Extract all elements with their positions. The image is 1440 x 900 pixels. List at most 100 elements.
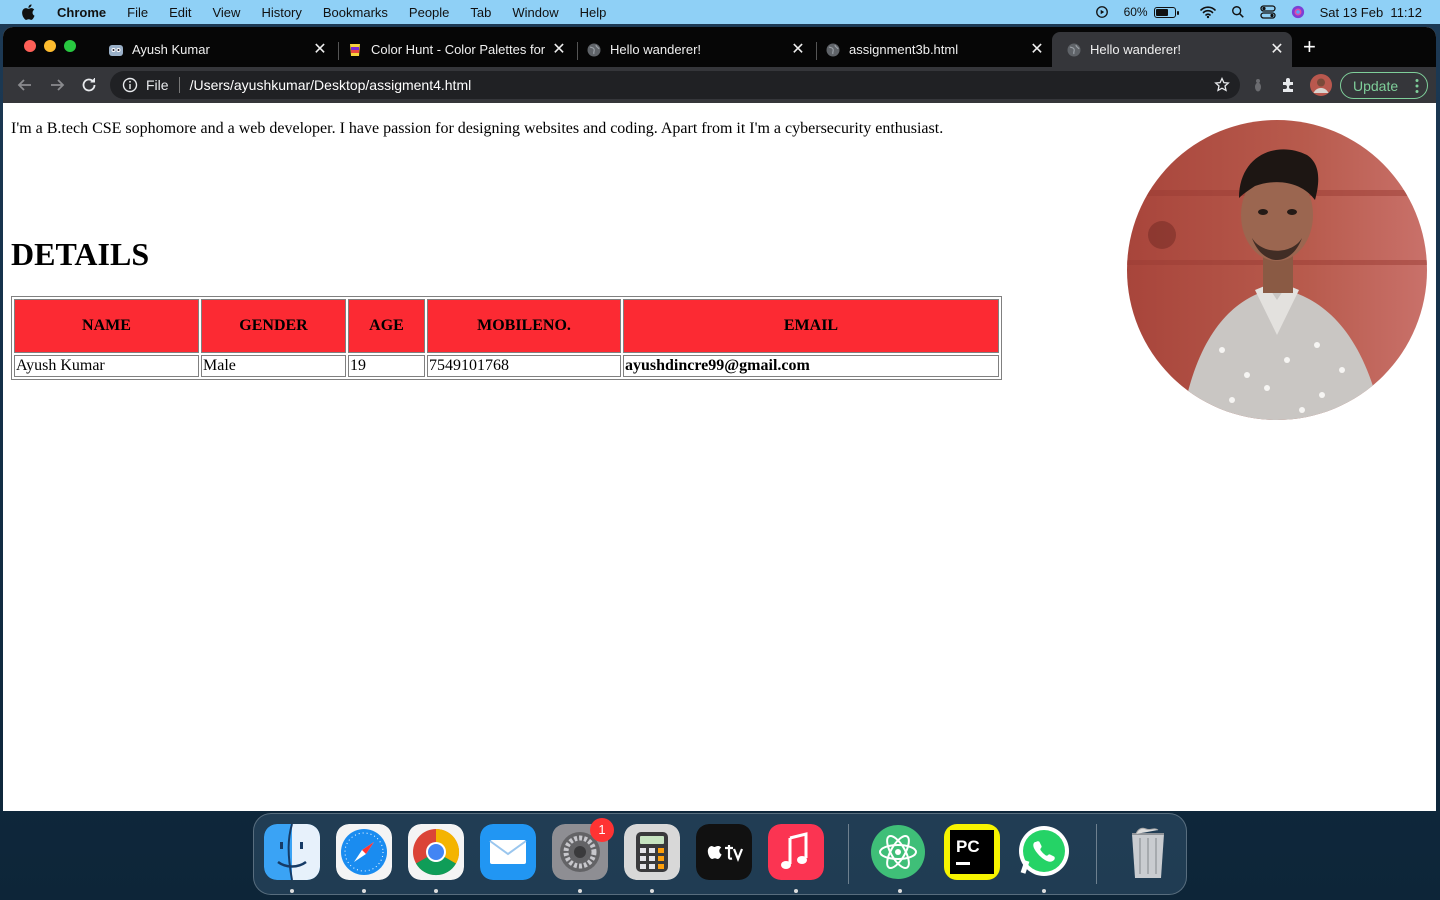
cell-email: ayushdincre99@gmail.com [623, 355, 999, 377]
close-tab-icon[interactable]: ✕ [1268, 41, 1286, 59]
svg-text:PC: PC [956, 837, 980, 856]
running-indicator [1042, 889, 1046, 893]
tab-title: Ayush Kumar [132, 42, 210, 57]
reload-icon[interactable] [79, 75, 99, 95]
mail-icon[interactable] [480, 824, 536, 880]
address-bar[interactable]: File /Users/ayushkumar/Desktop/assigment… [110, 71, 1240, 99]
play-circle-icon[interactable] [1094, 5, 1110, 19]
omnibox-divider [178, 77, 180, 93]
trash-icon[interactable] [1120, 824, 1176, 880]
tab-divider [816, 42, 817, 60]
header-gender: GENDER [201, 299, 346, 353]
minimize-window-button[interactable] [44, 40, 56, 52]
menu-people[interactable]: People [409, 5, 449, 20]
menu-help[interactable]: Help [580, 5, 607, 20]
globe-icon [826, 43, 840, 56]
details-table: NAME GENDER AGE MOBILENO. EMAIL Ayush Ku… [11, 296, 1002, 380]
tab-hello-wanderer-1[interactable]: Hello wanderer! ✕ [579, 32, 813, 67]
menu-edit[interactable]: Edit [169, 5, 191, 20]
close-tab-icon[interactable]: ✕ [1028, 41, 1046, 59]
spotlight-search-icon[interactable] [1230, 5, 1246, 19]
close-tab-icon[interactable]: ✕ [550, 41, 568, 59]
pycharm-icon[interactable]: PC [944, 824, 1000, 880]
header-name: NAME [14, 299, 199, 353]
menu-window[interactable]: Window [512, 5, 558, 20]
table-row: Ayush Kumar Male 19 7549101768 ayushdinc… [14, 355, 999, 377]
running-indicator [794, 889, 798, 893]
finder-icon[interactable] [264, 824, 320, 880]
menu-view[interactable]: View [212, 5, 240, 20]
update-button[interactable]: Update [1340, 72, 1428, 99]
new-tab-button[interactable]: + [1303, 36, 1321, 58]
menu-app-name[interactable]: Chrome [57, 5, 106, 20]
profile-photo-image [1127, 120, 1427, 420]
header-email: EMAIL [623, 299, 999, 353]
puzzle-icon[interactable] [1279, 75, 1299, 95]
more-menu-icon[interactable] [1415, 78, 1419, 94]
globe-icon [587, 43, 601, 56]
extension-icon[interactable] [1248, 75, 1268, 95]
info-icon[interactable] [122, 77, 138, 93]
cell-name: Ayush Kumar [14, 355, 199, 377]
tab-title: Color Hunt - Color Palettes for [371, 42, 546, 57]
tab-title: Hello wanderer! [610, 42, 702, 57]
menu-tab[interactable]: Tab [470, 5, 491, 20]
zoom-window-button[interactable] [64, 40, 76, 52]
header-age: AGE [348, 299, 425, 353]
tab-assignment3b[interactable]: assignment3b.html ✕ [818, 32, 1052, 67]
apple-tv-icon[interactable] [696, 824, 752, 880]
running-indicator [362, 889, 366, 893]
table-header-row: NAME GENDER AGE MOBILENO. EMAIL [14, 299, 999, 353]
browser-toolbar: File /Users/ayushkumar/Desktop/assigment… [3, 67, 1436, 103]
whatsapp-icon[interactable] [1016, 824, 1072, 880]
safari-icon[interactable] [336, 824, 392, 880]
menu-file[interactable]: File [127, 5, 148, 20]
battery-icon[interactable] [1153, 6, 1179, 18]
running-indicator [898, 889, 902, 893]
dock-separator [848, 824, 849, 884]
forward-arrow-icon[interactable] [47, 75, 67, 95]
update-label: Update [1353, 77, 1399, 94]
cell-gender: Male [201, 355, 346, 377]
control-center-icon[interactable] [1259, 5, 1276, 19]
tab-divider [338, 42, 339, 60]
atom-icon[interactable] [870, 824, 926, 880]
menu-bookmarks[interactable]: Bookmarks [323, 5, 388, 20]
running-indicator [290, 889, 294, 893]
dock: 1 PC [253, 813, 1187, 895]
menu-history[interactable]: History [261, 5, 301, 20]
siri-icon[interactable] [1290, 5, 1306, 19]
url-scheme-label: File [146, 77, 169, 93]
tab-hello-wanderer-active[interactable]: Hello wanderer! ✕ [1052, 32, 1292, 67]
close-tab-icon[interactable]: ✕ [789, 41, 807, 59]
calculator-icon[interactable] [624, 824, 680, 880]
page-content: I'm a B.tech CSE sophomore and a web dev… [3, 103, 1436, 811]
intro-paragraph: I'm a B.tech CSE sophomore and a web dev… [11, 120, 944, 137]
tab-title: assignment3b.html [849, 42, 959, 57]
close-tab-icon[interactable]: ✕ [311, 41, 329, 59]
globe-icon [1067, 43, 1081, 56]
bookmark-star-icon[interactable] [1214, 77, 1230, 93]
profile-avatar[interactable] [1310, 74, 1332, 96]
cell-mobileno: 7549101768 [427, 355, 621, 377]
menubar: Chrome File Edit View History Bookmarks … [0, 0, 1440, 24]
profile-photo [1127, 120, 1427, 420]
wifi-icon[interactable] [1199, 5, 1216, 19]
tab-color-hunt[interactable]: Color Hunt - Color Palettes for ✕ [340, 32, 574, 67]
url-text[interactable]: /Users/ayushkumar/Desktop/assigment4.htm… [190, 77, 472, 93]
chrome-icon[interactable] [408, 824, 464, 880]
mascot-icon [109, 44, 123, 56]
tab-strip: Ayush Kumar ✕ Color Hunt - Color Palette… [3, 27, 1436, 67]
close-window-button[interactable] [24, 40, 36, 52]
music-icon[interactable] [768, 824, 824, 880]
apple-icon[interactable] [21, 4, 35, 20]
menubar-clock[interactable]: Sat 13 Feb 11:12 [1320, 5, 1422, 20]
colorhunt-icon [350, 43, 360, 56]
tab-title: Hello wanderer! [1090, 42, 1182, 57]
back-arrow-icon[interactable] [15, 75, 35, 95]
notification-badge: 1 [590, 818, 614, 842]
cell-age: 19 [348, 355, 425, 377]
tab-ayush-kumar[interactable]: Ayush Kumar ✕ [101, 32, 335, 67]
tab-divider [577, 42, 578, 60]
running-indicator [578, 889, 582, 893]
